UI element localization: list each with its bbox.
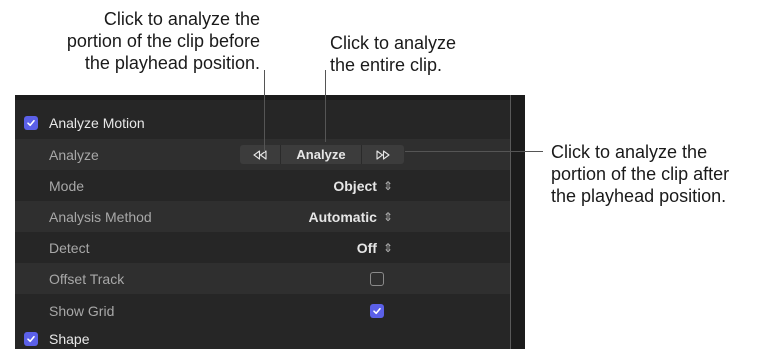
mode-label: Mode: [49, 177, 85, 194]
checkmark-icon: [27, 119, 35, 126]
show-grid-label: Show Grid: [49, 302, 115, 319]
show-grid-row: Show Grid: [15, 295, 510, 326]
offset-track-row: Offset Track: [15, 263, 510, 294]
up-down-chevron-icon: ⇕: [382, 209, 393, 224]
leader-line-entire: [325, 70, 326, 142]
section-title: Analyze Motion: [49, 114, 145, 131]
detect-row: Detect Off ⇕: [15, 232, 510, 263]
shape-title: Shape: [49, 331, 90, 347]
offset-track-label: Offset Track: [49, 270, 125, 287]
offset-track-checkbox[interactable]: [370, 271, 384, 286]
inspector-panel: Analyze Motion Analyze Analyze Mode Obje…: [15, 95, 525, 349]
up-down-chevron-icon: ⇕: [382, 240, 393, 255]
panel-background: Analyze Motion Analyze Analyze Mode Obje…: [15, 100, 510, 349]
up-down-chevron-icon: ⇕: [382, 178, 393, 193]
section-analyze-motion: Analyze Motion: [15, 107, 510, 138]
analyze-forward-button[interactable]: [362, 145, 404, 164]
leader-line-after: [405, 151, 543, 152]
checkmark-icon: [373, 307, 381, 314]
checkmark-icon: [27, 335, 35, 343]
rewind-icon: [253, 149, 267, 160]
analyze-button[interactable]: Analyze: [280, 145, 362, 164]
callout-analyze-entire: Click to analyze the entire clip.: [330, 33, 457, 75]
analyze-motion-checkbox[interactable]: [24, 115, 38, 130]
shape-checkbox[interactable]: [24, 332, 38, 346]
fast-forward-icon: [376, 149, 390, 160]
show-grid-checkbox[interactable]: [370, 303, 384, 318]
mode-row: Mode Object ⇕: [15, 170, 510, 201]
analyze-label: Analyze: [49, 146, 99, 163]
mode-value: Object: [333, 177, 377, 194]
analysis-method-popup[interactable]: Automatic ⇕: [308, 209, 393, 225]
analysis-method-value: Automatic: [308, 208, 377, 225]
mode-popup[interactable]: Object ⇕: [333, 178, 393, 194]
detect-label: Detect: [49, 239, 90, 256]
detect-value: Off: [356, 239, 377, 256]
analyze-row: Analyze Analyze: [15, 139, 510, 170]
section-shape: Shape: [15, 329, 510, 349]
detect-popup[interactable]: Off ⇕: [357, 240, 393, 256]
panel-divider: [510, 95, 511, 349]
callout-analyze-before: Click to analyze the portion of the clip…: [66, 9, 260, 73]
leader-line-before: [264, 70, 265, 152]
callout-analyze-after: Click to analyze the portion of the clip…: [551, 142, 730, 206]
analyze-backward-button[interactable]: [240, 145, 280, 164]
analysis-method-label: Analysis Method: [49, 208, 152, 225]
analysis-method-row: Analysis Method Automatic ⇕: [15, 201, 510, 232]
